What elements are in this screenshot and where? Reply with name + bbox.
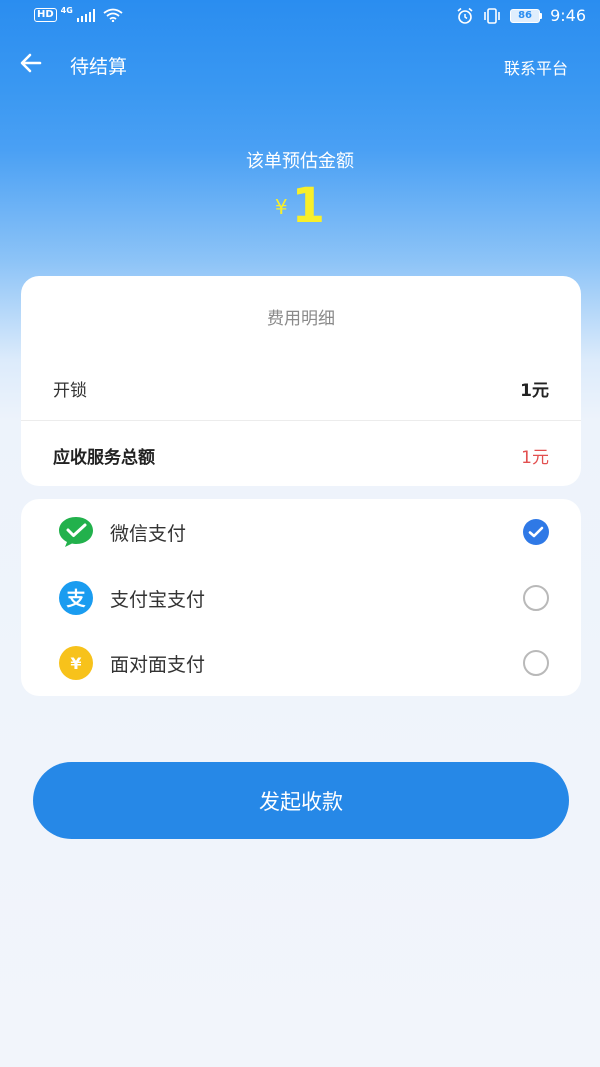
contact-platform-link[interactable]: 联系平台: [504, 55, 568, 79]
signal-icon: [76, 8, 96, 22]
svg-text:支: 支: [65, 588, 86, 610]
payment-option-label: 面对面支付: [110, 654, 206, 676]
divider: [21, 420, 581, 421]
total-value: 1元: [521, 448, 549, 468]
estimated-amount-label: 该单预估金额: [246, 151, 354, 172]
payment-options-card: 微信支付 支 支付宝支付 ¥ 面对面支付: [21, 499, 581, 696]
wechat-pay-icon: [59, 517, 93, 547]
network-type: 4G: [60, 6, 73, 15]
alipay-icon: 支: [59, 581, 93, 615]
wifi-icon: [103, 8, 123, 22]
estimated-amount: ¥1: [0, 178, 600, 234]
vibrate-icon: [484, 7, 500, 24]
status-bar: HD 4G 86 9:46: [0, 0, 600, 34]
amount-value: 1: [291, 178, 326, 234]
back-arrow-icon[interactable]: [18, 50, 44, 76]
fee-row-total: 应收服务总额 1元: [53, 443, 549, 468]
alarm-icon: [457, 7, 473, 24]
radio-checked-icon[interactable]: [523, 519, 549, 545]
fee-label: 开锁: [53, 381, 87, 401]
payment-option-alipay[interactable]: 支 支付宝支付: [21, 569, 581, 625]
payment-option-label: 支付宝支付: [110, 589, 206, 611]
radio-unchecked-icon[interactable]: [523, 650, 549, 676]
fee-detail-title: 费用明细: [267, 309, 335, 329]
payment-option-face-to-face[interactable]: ¥ 面对面支付: [21, 634, 581, 690]
fee-detail-card: 费用明细 开锁 1元 应收服务总额 1元: [21, 276, 581, 486]
page-title: 待结算: [70, 56, 128, 78]
nav-bar: 待结算 联系平台: [0, 34, 600, 94]
svg-text:¥: ¥: [70, 654, 81, 673]
payment-option-label: 微信支付: [110, 523, 187, 545]
radio-unchecked-icon[interactable]: [523, 585, 549, 611]
total-label: 应收服务总额: [53, 448, 155, 468]
battery-level: 86: [510, 8, 541, 23]
hd-badge: HD: [34, 8, 57, 22]
fee-value: 1元: [520, 381, 549, 401]
payment-option-wechat[interactable]: 微信支付: [21, 503, 581, 559]
fee-row-unlock: 开锁 1元: [53, 376, 549, 401]
initiate-payment-button[interactable]: 发起收款: [33, 762, 569, 839]
currency-symbol: ¥: [274, 195, 288, 219]
clock: 9:46: [550, 6, 586, 25]
face-to-face-pay-icon: ¥: [59, 646, 93, 680]
battery-icon: 86: [510, 8, 543, 23]
